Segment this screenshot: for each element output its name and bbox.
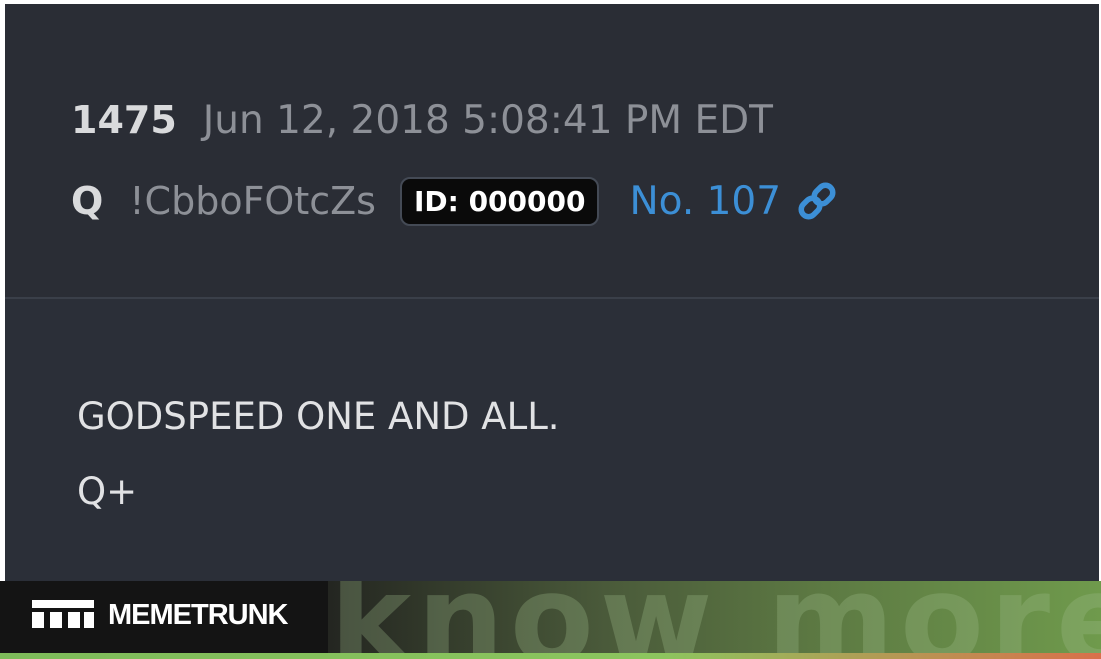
link-chain-icon[interactable] (795, 179, 839, 223)
post-number-link[interactable]: No. 107 (629, 179, 781, 224)
screenshot-frame: 1475 Jun 12, 2018 5:08:41 PM EDT Q !Cbbo… (0, 0, 1101, 659)
post-card: 1475 Jun 12, 2018 5:08:41 PM EDT Q !Cbbo… (5, 4, 1099, 581)
post-author: Q (71, 179, 104, 223)
memetrunk-logo-icon (32, 600, 94, 628)
post-tripcode: !CbboFOtcZs (129, 179, 376, 223)
post-body-line: GODSPEED ONE AND ALL. (77, 395, 560, 438)
memetrunk-brand: MEMETRUNK (108, 599, 288, 631)
post-body: GODSPEED ONE AND ALL. Q+ (77, 397, 560, 547)
post-meta-row: 1475 Jun 12, 2018 5:08:41 PM EDT (71, 98, 773, 144)
memetrunk-footer: know more MEMETRUNK (0, 581, 1101, 659)
post-number: 1475 (71, 98, 177, 142)
post-timestamp: Jun 12, 2018 5:08:41 PM EDT (202, 98, 773, 143)
footer-accent-bar (0, 653, 1101, 659)
post-header: 1475 Jun 12, 2018 5:08:41 PM EDT Q !Cbbo… (5, 4, 1099, 299)
post-author-row: Q !CbboFOtcZs ID: 000000 No. 107 (71, 175, 839, 227)
id-badge: ID: 000000 (399, 176, 600, 226)
footer-watermark: know more (330, 581, 1101, 659)
post-body-line: Q+ (77, 470, 138, 513)
